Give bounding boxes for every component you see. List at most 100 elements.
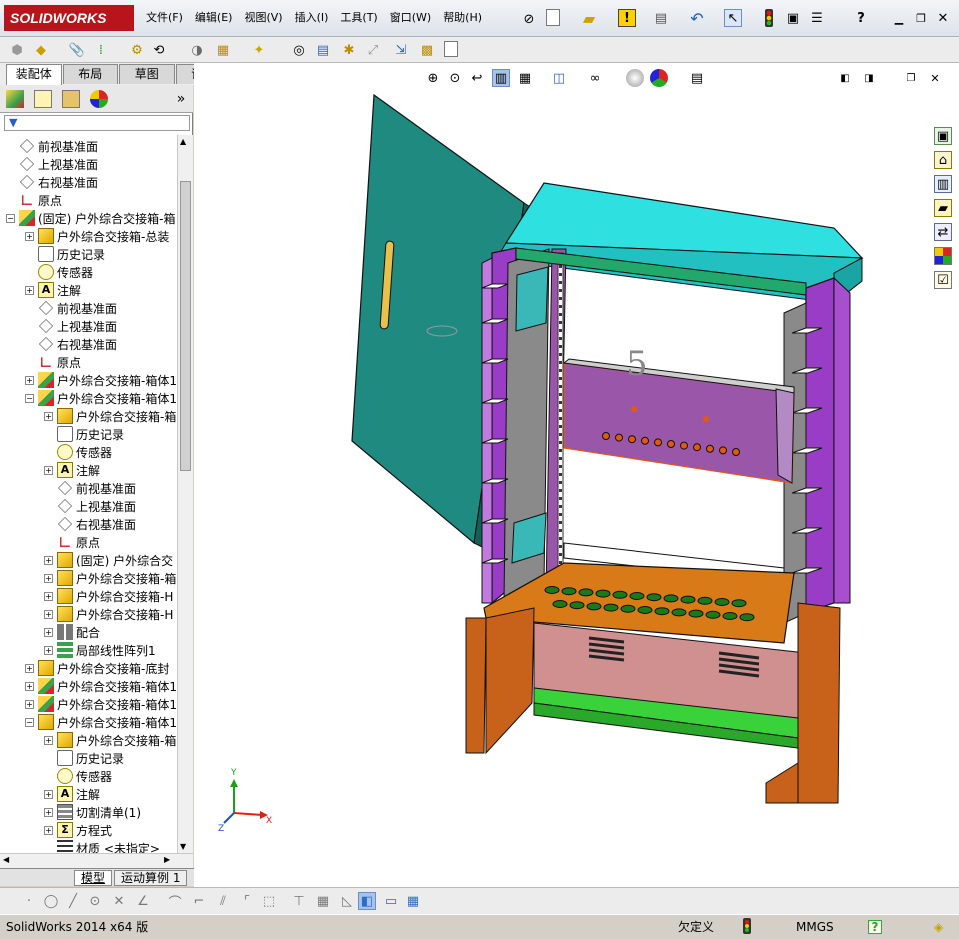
expand-toggle-icon[interactable]: +	[44, 591, 53, 601]
tree-row[interactable]: + 局部线性阵列1	[44, 641, 156, 659]
tree-row[interactable]: + 户外综合交接箱-底封	[25, 659, 169, 677]
fillet-icon[interactable]: ⌐	[190, 892, 208, 910]
expand-toggle-icon[interactable]: +	[44, 645, 53, 655]
cabinet-3d-model[interactable]: 5 Y X Z	[194, 63, 959, 887]
undo-icon[interactable]: ↶	[688, 9, 706, 28]
expand-toggle-icon[interactable]: +	[44, 555, 53, 565]
select-cursor-icon[interactable]: ↖	[724, 9, 742, 27]
linear-pattern-icon[interactable]: ⁞	[92, 41, 110, 59]
line-icon[interactable]: ╱	[64, 892, 82, 910]
expand-toggle-icon[interactable]: +	[44, 573, 53, 583]
file-properties-icon[interactable]: ▣	[784, 9, 802, 27]
scroll-right-icon[interactable]: ▶	[164, 855, 170, 864]
mate-icon[interactable]: 📎	[68, 41, 86, 59]
triangle-icon[interactable]: ◺	[338, 892, 356, 910]
tab-sketch[interactable]: 草图	[119, 64, 175, 84]
center-circle-icon[interactable]: ⊙	[86, 892, 104, 910]
tree-row[interactable]: 原点	[25, 353, 81, 371]
menu-item-0[interactable]: 文件(F)	[146, 9, 183, 27]
tab-layout[interactable]: 布局	[62, 64, 118, 84]
expand-toggle-icon[interactable]: +	[44, 807, 53, 817]
expand-toggle-icon[interactable]: +	[25, 285, 34, 295]
exploded-view-icon[interactable]: ✱	[340, 41, 358, 59]
circle-icon[interactable]: ◯	[42, 892, 60, 910]
scroll-thumb[interactable]	[180, 181, 191, 471]
tree-row[interactable]: + Σ 方程式	[44, 821, 112, 839]
tree-row[interactable]: + 切割清单(1)	[44, 803, 141, 821]
new-part-icon[interactable]: ◆	[32, 41, 50, 59]
trim-icon[interactable]: ✕	[110, 892, 128, 910]
tree-row[interactable]: 原点	[6, 191, 62, 209]
expand-toggle-icon[interactable]: +	[25, 663, 34, 673]
expand-toggle-icon[interactable]: +	[44, 735, 53, 745]
menu-item-6[interactable]: 帮助(H)	[443, 9, 482, 27]
traffic-light-icon[interactable]	[760, 9, 778, 27]
expand-toggle-icon[interactable]: −	[6, 213, 15, 223]
tree-row[interactable]: 历史记录	[44, 425, 124, 443]
tree-row[interactable]: 历史记录	[44, 749, 124, 767]
view-cube-icon[interactable]: ◧	[358, 892, 376, 910]
scroll-down-icon[interactable]: ▼	[180, 842, 186, 851]
move-component-icon[interactable]: ⟲	[150, 41, 168, 59]
tree-filter-input[interactable]: ▼	[4, 115, 190, 131]
hatch-icon[interactable]: ▦	[314, 892, 332, 910]
tree-row[interactable]: 历史记录	[25, 245, 105, 263]
insert-components-icon[interactable]: ⬢	[8, 41, 26, 59]
tree-vertical-scrollbar[interactable]: ▲ ▼	[177, 135, 193, 853]
expand-toggle-icon[interactable]: +	[44, 825, 53, 835]
tree-row[interactable]: 原点	[44, 533, 100, 551]
arc-icon[interactable]: ⌒	[166, 892, 184, 911]
open-folder-icon[interactable]: ▰	[580, 9, 598, 28]
menu-item-4[interactable]: 工具(T)	[340, 9, 377, 27]
assembly-features-icon[interactable]: ▦	[214, 41, 232, 59]
tab-motion-study[interactable]: 运动算例 1	[114, 869, 188, 886]
tree-row[interactable]: 右视基准面	[6, 173, 98, 191]
tree-row[interactable]: 上视基准面	[6, 155, 98, 173]
expand-toggle-icon[interactable]: +	[25, 231, 34, 241]
expand-toggle-icon[interactable]: +	[25, 699, 34, 709]
bill-of-materials-icon[interactable]: ▤	[314, 41, 332, 59]
snapshot-icon[interactable]	[444, 41, 458, 57]
scroll-up-icon[interactable]: ▲	[180, 137, 186, 146]
expand-toggle-icon[interactable]: +	[44, 789, 53, 799]
expand-panel-icon[interactable]: »	[172, 90, 190, 108]
offset-icon[interactable]: ⫽	[214, 892, 232, 910]
rectangle-icon[interactable]: ⬚	[260, 892, 278, 910]
minimize-icon[interactable]: ▁	[890, 9, 908, 27]
tree-row[interactable]: 前视基准面	[6, 137, 98, 155]
tree-row[interactable]: + 户外综合交接箱-总装	[25, 227, 169, 245]
new-motion-study-icon[interactable]: ◎	[290, 41, 308, 59]
configuration-manager-icon[interactable]	[62, 90, 80, 108]
dimension-icon[interactable]: ⊤	[290, 892, 308, 910]
tree-row[interactable]: + 户外综合交接箱-H	[44, 605, 173, 623]
print-icon[interactable]: ▤	[652, 9, 670, 27]
tree-row[interactable]: 传感器	[44, 767, 112, 785]
tree-row[interactable]: 材质 <未指定>	[44, 839, 160, 853]
tree-row[interactable]: 右视基准面	[44, 515, 136, 533]
tree-horizontal-scrollbar[interactable]: ◀ ▶	[0, 853, 193, 868]
angle-icon[interactable]: ∠	[134, 892, 152, 910]
tag-icon[interactable]: ◈	[934, 918, 943, 936]
split-view-icon[interactable]: ▦	[404, 892, 422, 910]
menu-item-5[interactable]: 窗口(W)	[390, 9, 431, 27]
tree-row[interactable]: − 户外综合交接箱-箱体1	[25, 389, 177, 407]
display-manager-icon[interactable]	[90, 90, 108, 108]
rebuild-status-icon[interactable]	[742, 918, 762, 936]
units-display[interactable]: MMGS	[796, 918, 834, 936]
new-document-icon[interactable]	[546, 9, 560, 26]
help-icon[interactable]: ?	[852, 9, 870, 27]
help-status-icon[interactable]: ?	[868, 920, 882, 934]
expand-toggle-icon[interactable]: +	[25, 375, 34, 385]
tree-row[interactable]: + A 注解	[44, 785, 100, 803]
tree-row[interactable]: + 户外综合交接箱-箱体1	[25, 677, 177, 695]
expand-toggle-icon[interactable]: +	[44, 627, 53, 637]
expand-toggle-icon[interactable]: −	[25, 393, 34, 403]
expand-toggle-icon[interactable]: −	[25, 717, 34, 727]
tree-row[interactable]: + 户外综合交接箱-H	[44, 587, 173, 605]
feature-manager-icon[interactable]	[6, 90, 24, 108]
instant3d-icon[interactable]: ⇲	[392, 41, 410, 59]
tree-row[interactable]: 上视基准面	[44, 497, 136, 515]
corner-icon[interactable]: ⌜	[238, 892, 256, 910]
show-hidden-icon[interactable]: ◑	[188, 41, 206, 59]
explode-line-icon[interactable]: ⤢	[364, 41, 382, 59]
